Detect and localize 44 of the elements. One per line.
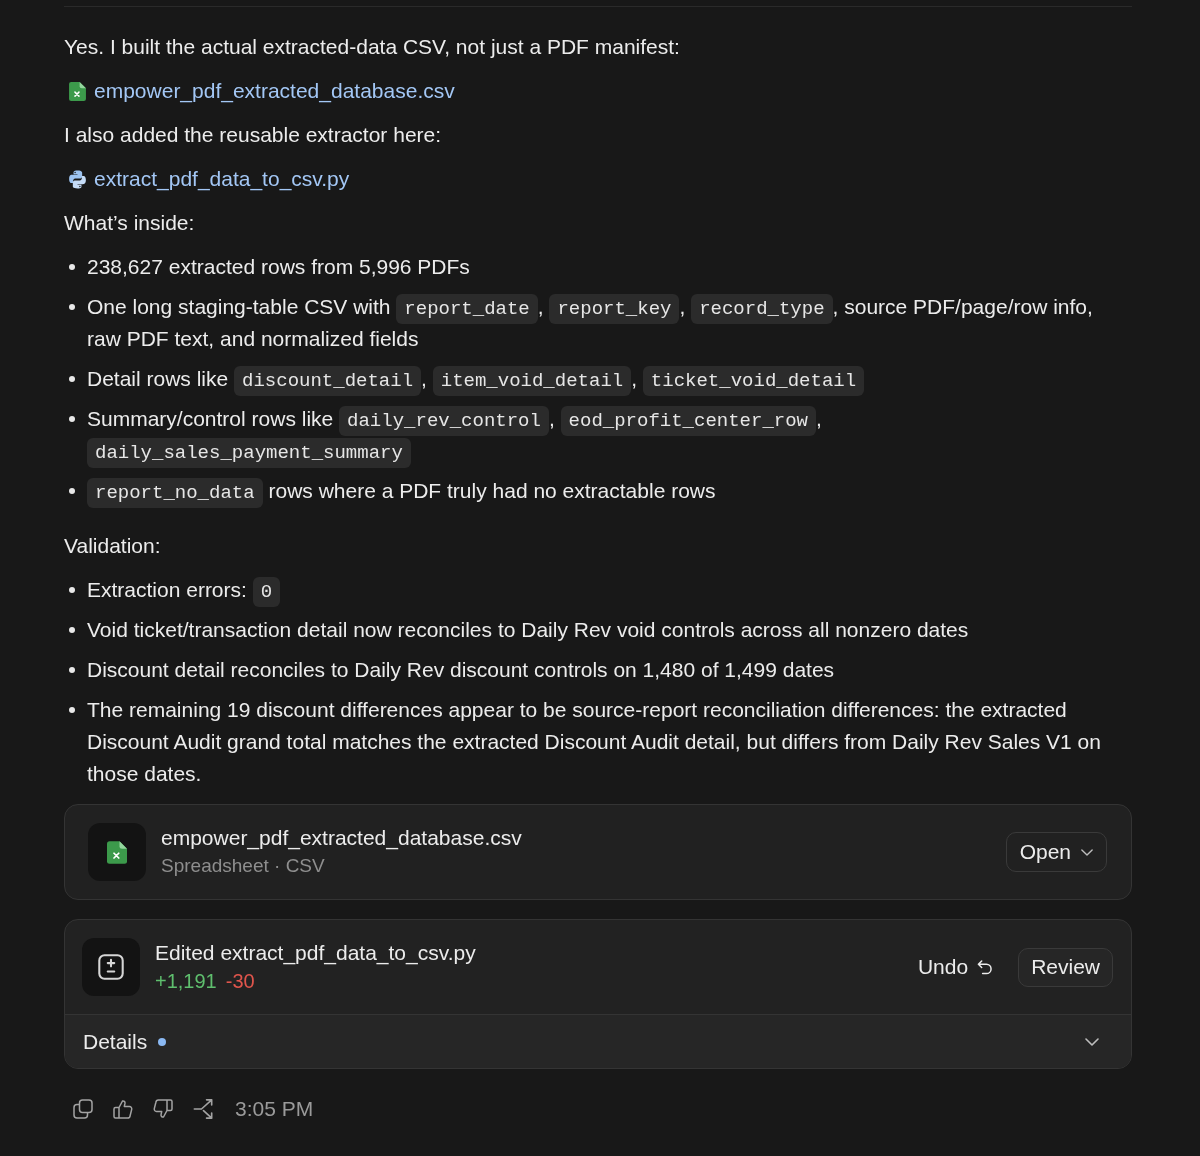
bullet-icon <box>69 488 75 494</box>
undo-icon <box>977 959 993 975</box>
bullet-icon <box>69 304 75 310</box>
fork-arrows-icon[interactable] <box>193 1099 213 1119</box>
paragraph: What’s inside: <box>64 210 195 236</box>
file-type-label: Spreadsheet · CSV <box>161 854 325 878</box>
bullet-icon <box>69 667 75 673</box>
list-item-text: 238,627 extracted rows from 5,996 PDFs <box>87 254 471 280</box>
undo-button[interactable]: Undo <box>917 951 993 983</box>
list-item-text: Void ticket/transaction detail now reconciles to Daily Rev void controls across all nonzero dates <box>87 617 970 643</box>
file-link[interactable]: empower_pdf_extracted_database.csv <box>94 75 455 107</box>
plus-minus-file-icon <box>82 938 140 996</box>
chevron-down-icon <box>1081 848 1093 856</box>
list-item-text: Discount detail reconciles to Daily Rev discount controls on 1,480 of 1,499 dates <box>87 657 836 683</box>
list-item-text: Detail rows like discount_detail , item_void_detail , ticket_void_detail <box>87 363 1132 395</box>
timestamp: 3:05 PM <box>235 1096 314 1122</box>
lines-added: +1,191 <box>155 969 217 994</box>
file-link[interactable]: extract_pdf_data_to_csv.py <box>94 163 350 195</box>
paragraph: Validation: <box>64 533 161 559</box>
bullet-icon <box>69 416 75 422</box>
thumbs-up-icon[interactable] <box>113 1099 133 1119</box>
edit-title: Edited extract_pdf_data_to_csv.py <box>155 940 476 967</box>
list-item-text: report_no_data rows where a PDF truly had no extractable rows <box>87 475 1132 507</box>
bullet-icon <box>69 587 75 593</box>
bullet-icon <box>69 376 75 382</box>
list-item-text: One long staging-table CSV with report_date , report_key , record_type , source PDF/page/row info, raw PDF text, and normalized fields <box>87 293 1094 352</box>
open-button[interactable]: Open <box>1005 832 1107 872</box>
bullet-icon <box>69 627 75 633</box>
bullet-icon <box>69 707 75 713</box>
lines-removed: -30 <box>225 969 255 994</box>
file-name: empower_pdf_extracted_database.csv <box>161 825 522 852</box>
paragraph: I also added the reusable extractor here: <box>64 122 442 148</box>
thumbs-down-icon[interactable] <box>153 1099 173 1119</box>
list-item-text: Extraction errors: 0 <box>87 574 1132 606</box>
python-file-icon <box>69 169 86 189</box>
list-item-text: The remaining 19 discount differences appear to be source-report reconciliation differences: the extracted Discount Audit grand total matches the extracted Discount Audit detail, but differs from Daily Rev Sales V1 on those dates. <box>87 697 1102 787</box>
review-button[interactable]: Review <box>1018 947 1113 987</box>
copy-icon[interactable] <box>73 1099 93 1119</box>
spreadsheet-file-icon <box>69 81 86 101</box>
paragraph: Yes. I built the actual extracted-data CSV, not just a PDF manifest: <box>64 34 680 60</box>
chevron-down-icon <box>1085 1037 1099 1046</box>
details-toggle[interactable]: Details <box>65 1014 1131 1068</box>
bullet-icon <box>69 264 75 270</box>
spreadsheet-file-icon <box>88 823 146 881</box>
